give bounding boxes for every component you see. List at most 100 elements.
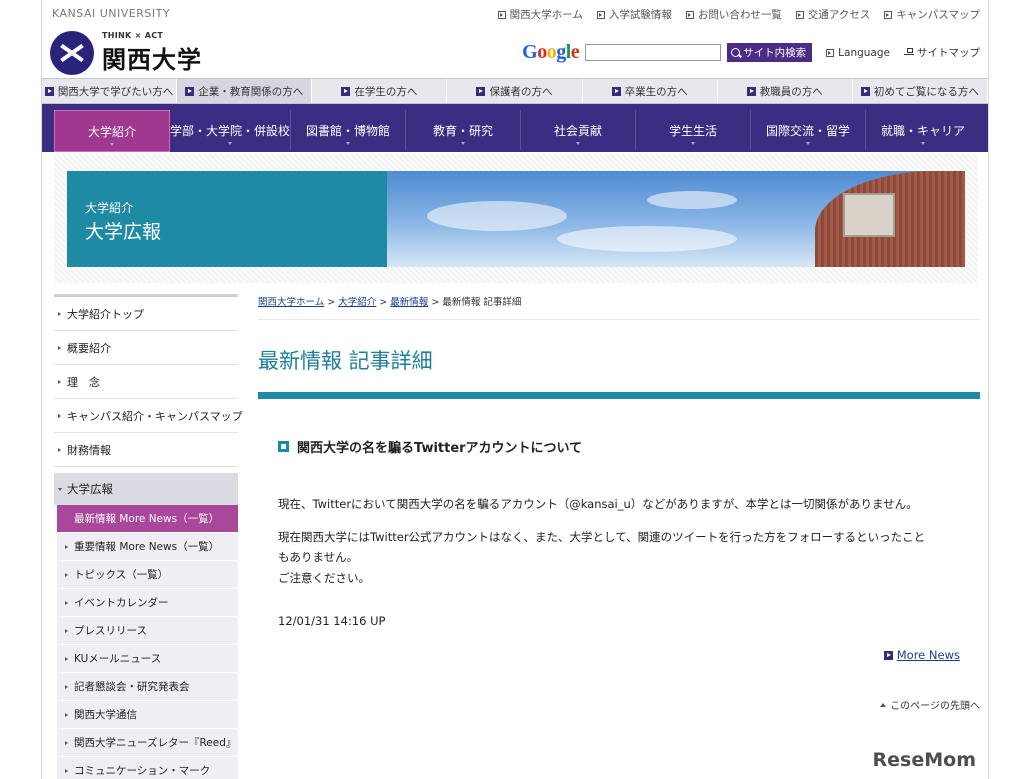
top-link-home[interactable]: 関西大学ホーム <box>497 7 583 22</box>
nav-career[interactable]: 就職・キャリア <box>866 110 980 150</box>
article-paragraph-1: 現在、Twitterにおいて関西大学の名を騙るアカウント（@kansai_u）な… <box>278 497 918 511</box>
nav-education-research[interactable]: 教育・研究 <box>406 110 522 150</box>
site-logo[interactable]: THINK × ACT 関西大学 <box>50 29 210 75</box>
arrow-right-icon <box>58 447 61 452</box>
arrow-box-icon <box>44 86 54 96</box>
breadcrumb: 関西大学ホーム > 大学紹介 > 最新情報 > 最新情報 記事詳細 <box>258 294 980 320</box>
audience-alumni[interactable]: 卒業生の方へ <box>583 79 718 103</box>
university-emblem-icon <box>50 31 94 75</box>
arrow-box-icon <box>497 10 506 19</box>
resemom-watermark: ReseMom <box>872 749 976 771</box>
arrow-box-icon <box>884 10 893 19</box>
sidebar-sub-communication-mark[interactable]: コミュニケーション・マーク <box>57 757 238 779</box>
sidebar-item-campus[interactable]: キャンパス紹介・キャンパスマップ <box>54 399 243 433</box>
arrow-up-icon <box>880 702 887 707</box>
arrow-box-icon <box>476 86 486 96</box>
square-bullet-icon <box>278 441 289 452</box>
nav-library-museum[interactable]: 図書館・博物館 <box>291 110 407 150</box>
sidebar-sub-event-calendar[interactable]: イベントカレンダー <box>57 589 238 617</box>
arrow-box-icon <box>611 86 621 96</box>
sidebar-sub-newsletter-reed[interactable]: 関西大学ニューズレター『Reed』 <box>57 729 238 757</box>
sidebar: 大学紹介トップ 概要紹介 理 念 キャンパス紹介・キャンパスマップ 財務情報 大… <box>54 294 243 779</box>
arrow-box-icon <box>826 48 835 57</box>
sidebar-sub-press-meetings[interactable]: 記者懇談会・研究発表会 <box>57 673 238 701</box>
audience-staff[interactable]: 教職員の方へ <box>718 79 853 103</box>
top-link-admissions[interactable]: 入学試験情報 <box>596 7 672 22</box>
banner-label: 大学紹介 大学広報 <box>67 171 387 267</box>
page-title: 最新情報 記事詳細 <box>258 349 433 373</box>
arrow-right-icon <box>65 712 68 717</box>
language-link[interactable]: Language <box>826 47 890 59</box>
arrow-box-icon <box>341 86 351 96</box>
arrow-box-icon <box>795 10 804 19</box>
back-to-top-link[interactable]: このページの先頭へ <box>880 697 980 712</box>
site-search-button[interactable]: サイト内検索 <box>727 43 813 62</box>
arrow-right-icon <box>58 345 61 350</box>
top-link-campus-map[interactable]: キャンパスマップ <box>884 7 980 22</box>
sidebar-item-finance[interactable]: 財務情報 <box>54 433 238 467</box>
audience-parents[interactable]: 保護者の方へ <box>447 79 583 103</box>
sitemap-link[interactable]: サイトマップ <box>904 45 980 60</box>
arrow-right-icon <box>65 656 68 661</box>
nav-about[interactable]: 大学紹介 <box>54 110 170 152</box>
audience-first-time[interactable]: 初めてご覧になる方へ <box>853 79 988 103</box>
banner-subtitle: 大学紹介 <box>85 201 134 215</box>
breadcrumb-current: 最新情報 記事詳細 <box>442 297 522 308</box>
top-link-contact[interactable]: お問い合わせ一覧 <box>685 7 782 22</box>
logo-text: 関西大学 <box>102 45 202 74</box>
sidebar-item-about-top[interactable]: 大学紹介トップ <box>54 297 238 331</box>
sidebar-sub-important-news[interactable]: 重要情報 More News（一覧） <box>57 533 238 561</box>
search-area: Google サイト内検索 Language サイトマップ <box>522 41 980 64</box>
sidebar-sub-latest-news[interactable]: 最新情報 More News（一覧） <box>57 505 238 533</box>
arrow-box-icon <box>746 86 756 96</box>
arrow-right-icon <box>58 311 61 316</box>
google-logo: Google <box>522 41 580 63</box>
arrow-right-icon <box>65 684 68 689</box>
main-content: 関西大学ホーム > 大学紹介 > 最新情報 > 最新情報 記事詳細 最新情報 記… <box>258 294 980 712</box>
sidebar-item-overview[interactable]: 概要紹介 <box>54 331 238 365</box>
arrow-right-icon <box>65 516 68 521</box>
audience-prospective[interactable]: 関西大学で学びたい方へ <box>42 79 178 103</box>
section-banner: 大学紹介 大学広報 <box>67 171 965 267</box>
sidebar-sub-kansai-tsushin[interactable]: 関西大学通信 <box>57 701 238 729</box>
page: KANSAI UNIVERSITY 関西大学ホーム 入学試験情報 お問い合わせ一… <box>41 0 989 779</box>
arrow-right-icon <box>65 600 68 605</box>
arrow-box-icon <box>883 650 893 660</box>
arrow-box-icon <box>596 10 605 19</box>
post-timestamp: 12/01/31 14:16 UP <box>278 614 386 628</box>
sidebar-sub-press-release[interactable]: プレスリリース <box>57 617 238 645</box>
breadcrumb-home[interactable]: 関西大学ホーム <box>258 297 324 308</box>
banner-building-photo <box>387 171 965 267</box>
arrow-right-icon <box>65 572 68 577</box>
arrow-right-icon <box>65 628 68 633</box>
sidebar-sub-ku-mail-news[interactable]: KUメールニュース <box>57 645 238 673</box>
search-input[interactable] <box>585 44 722 61</box>
sidebar-sub-topics[interactable]: トピックス（一覧） <box>57 561 238 589</box>
sitemap-icon <box>904 47 914 58</box>
sidebar-group-pr[interactable]: 大学広報 <box>54 473 238 505</box>
arrow-box-icon <box>860 86 870 96</box>
arrow-down-icon <box>58 487 62 491</box>
nav-international[interactable]: 国際交流・留学 <box>751 110 867 150</box>
main-nav: 大学紹介 学部・大学院・併設校 図書館・博物館 教育・研究 社会貢献 学生生活 … <box>42 104 988 152</box>
nav-faculties[interactable]: 学部・大学院・併設校 <box>170 110 292 150</box>
nav-student-life[interactable]: 学生生活 <box>636 110 752 150</box>
nav-social-contribution[interactable]: 社会貢献 <box>521 110 637 150</box>
top-bar: KANSAI UNIVERSITY 関西大学ホーム 入学試験情報 お問い合わせ一… <box>42 0 988 28</box>
arrow-box-icon <box>685 10 694 19</box>
audience-business[interactable]: 企業・教育関係の方へ <box>177 79 313 103</box>
sidebar-item-philosophy[interactable]: 理 念 <box>54 365 238 399</box>
arrow-right-icon <box>58 413 61 418</box>
breadcrumb-latest[interactable]: 最新情報 <box>390 297 428 308</box>
breadcrumb-about[interactable]: 大学紹介 <box>338 297 376 308</box>
more-news-link[interactable]: More News <box>883 648 960 662</box>
logo-tagline: THINK × ACT <box>102 31 164 40</box>
top-link-access[interactable]: 交通アクセス <box>795 7 870 22</box>
arrow-right-icon <box>65 544 68 549</box>
banner-area: 大学紹介 大学広報 <box>54 154 978 283</box>
arrow-box-icon <box>185 86 195 96</box>
top-links: 関西大学ホーム 入学試験情報 お問い合わせ一覧 交通アクセス キャンパスマップ <box>497 7 980 22</box>
arrow-right-icon <box>58 379 61 384</box>
audience-students[interactable]: 在学生の方へ <box>312 79 448 103</box>
arrow-right-icon <box>65 768 68 773</box>
